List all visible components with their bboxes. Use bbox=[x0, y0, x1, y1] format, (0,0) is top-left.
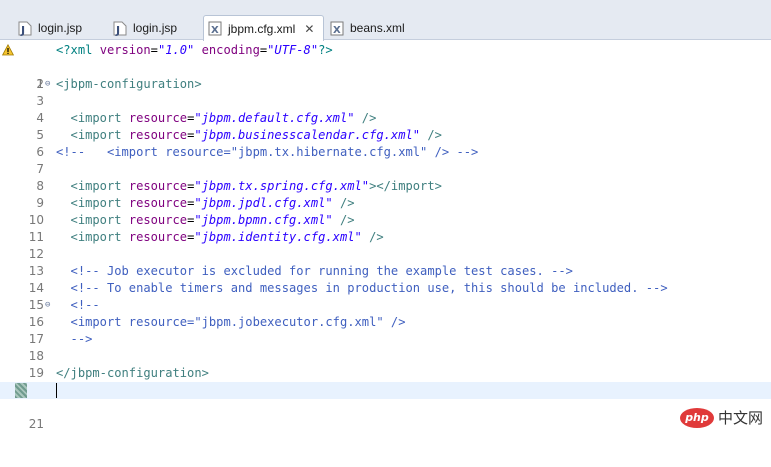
tab-login-jsp-1[interactable]: J login.jsp bbox=[14, 16, 100, 40]
code-line[interactable]: 17 <import resource="jbpm.jobexecutor.cf… bbox=[0, 314, 771, 346]
code-line[interactable]: 3 ⊖ <jbpm-configuration> bbox=[0, 76, 771, 108]
fold-toggle-icon[interactable]: ⊖ bbox=[45, 301, 50, 310]
code-line[interactable]: 5 <import resource="jbpm.default.cfg.xml… bbox=[0, 110, 771, 142]
code-text: <!-- Job executor is excluded for runnin… bbox=[56, 264, 573, 278]
code-line[interactable]: 9 <import resource="jbpm.tx.spring.cfg.x… bbox=[0, 178, 771, 210]
close-tab-icon[interactable]: ✕ bbox=[304, 23, 314, 35]
warning-icon[interactable] bbox=[2, 44, 14, 56]
tab-jbpm-cfg-xml[interactable]: X jbpm.cfg.xml ✕ bbox=[203, 15, 324, 41]
svg-text:J: J bbox=[115, 24, 120, 36]
code-line[interactable]: 18 --> bbox=[0, 331, 771, 363]
code-line[interactable]: 13 bbox=[0, 246, 771, 278]
code-line[interactable]: 2 bbox=[0, 59, 771, 91]
jsp-file-icon: J bbox=[18, 21, 32, 36]
tab-label: beans.xml bbox=[350, 21, 405, 35]
xml-file-icon: X bbox=[208, 21, 222, 36]
tab-beans-xml[interactable]: X beans.xml bbox=[326, 16, 416, 40]
code-text: <!-- <import resource="jbpm.tx.hibernate… bbox=[56, 145, 479, 159]
code-text: <import resource="jbpm.jpdl.cfg.xml" /> bbox=[56, 196, 355, 210]
current-code-line[interactable]: 21 bbox=[0, 382, 771, 431]
code-line[interactable]: 19 bbox=[0, 348, 771, 380]
code-line[interactable]: 15 <!-- To enable timers and messages in… bbox=[0, 280, 771, 312]
svg-text:J: J bbox=[20, 24, 25, 36]
watermark-text: 中文网 bbox=[717, 409, 763, 427]
code-line[interactable]: 4 bbox=[0, 93, 771, 125]
text-caret bbox=[56, 383, 57, 398]
code-text: <!-- bbox=[56, 298, 100, 312]
site-watermark: php 中文网 bbox=[679, 407, 763, 428]
code-line[interactable]: 7 <!-- <import resource="jbpm.tx.hiberna… bbox=[0, 144, 771, 176]
code-line[interactable]: 16 ⊖ <!-- bbox=[0, 297, 771, 329]
code-text: <import resource="jbpm.bpmn.cfg.xml" /> bbox=[56, 213, 355, 227]
code-line[interactable]: 12 <import resource="jbpm.identity.cfg.x… bbox=[0, 229, 771, 261]
tab-login-jsp-2[interactable]: J login.jsp bbox=[109, 16, 199, 40]
code-text bbox=[56, 382, 57, 399]
code-text: <jbpm-configuration> bbox=[56, 77, 202, 91]
code-text: <import resource="jbpm.tx.spring.cfg.xml… bbox=[56, 179, 442, 193]
code-text: <import resource="jbpm.default.cfg.xml" … bbox=[56, 111, 377, 125]
tab-label: login.jsp bbox=[133, 21, 178, 35]
fold-toggle-icon[interactable]: ⊖ bbox=[45, 80, 50, 89]
code-line[interactable]: 20 </jbpm-configuration> bbox=[0, 365, 771, 397]
editor-tab-bar: J login.jsp J login.jsp X jbpm.cfg.xml ✕… bbox=[0, 0, 771, 41]
xml-file-icon: X bbox=[330, 21, 344, 36]
tab-label: jbpm.cfg.xml bbox=[228, 21, 296, 36]
code-line[interactable]: 14 <!-- Job executor is excluded for run… bbox=[0, 263, 771, 295]
code-line[interactable]: 11 <import resource="jbpm.bpmn.cfg.xml" … bbox=[0, 212, 771, 244]
code-line[interactable]: 1 <?xml version="1.0" encoding="UTF-8"?> bbox=[0, 42, 771, 91]
xml-editor[interactable]: 1 <?xml version="1.0" encoding="UTF-8"?>… bbox=[0, 41, 771, 434]
code-text: <import resource="jbpm.businesscalendar.… bbox=[56, 128, 442, 142]
php-logo: php bbox=[679, 407, 714, 428]
svg-text:X: X bbox=[333, 25, 341, 36]
code-line[interactable]: 6 <import resource="jbpm.businesscalenda… bbox=[0, 127, 771, 159]
code-text: <?xml version="1.0" encoding="UTF-8"?> bbox=[56, 43, 333, 57]
code-text: <import resource="jbpm.jobexecutor.cfg.x… bbox=[56, 315, 406, 329]
code-lines: 1 <?xml version="1.0" encoding="UTF-8"?>… bbox=[0, 42, 771, 431]
code-line[interactable]: 8 bbox=[0, 161, 771, 193]
current-line-marker bbox=[15, 383, 27, 398]
line-number: 21 bbox=[28, 417, 44, 431]
jsp-file-icon: J bbox=[113, 21, 127, 36]
code-text: --> bbox=[56, 332, 93, 346]
code-text: </jbpm-configuration> bbox=[56, 366, 209, 380]
code-line[interactable]: 10 <import resource="jbpm.jpdl.cfg.xml" … bbox=[0, 195, 771, 227]
svg-text:X: X bbox=[211, 25, 219, 36]
code-text: <!-- To enable timers and messages in pr… bbox=[56, 281, 668, 295]
code-text: <import resource="jbpm.identity.cfg.xml"… bbox=[56, 230, 384, 244]
tab-label: login.jsp bbox=[38, 21, 83, 35]
